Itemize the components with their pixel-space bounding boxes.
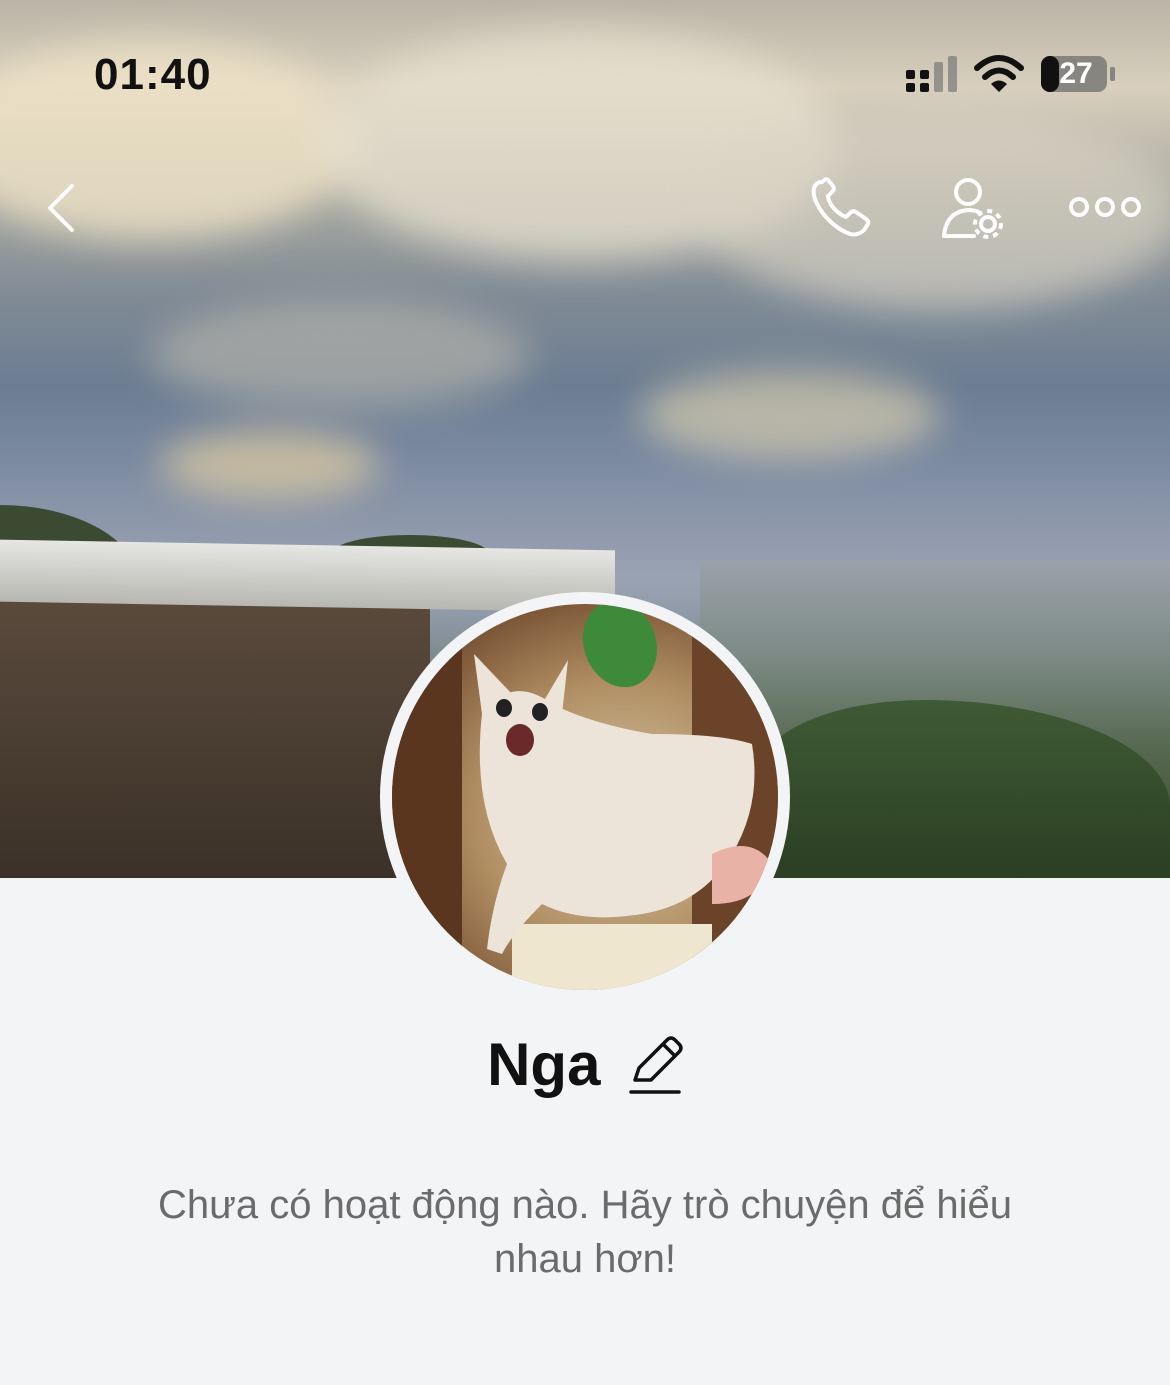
phone-icon[interactable] [808, 176, 874, 240]
avatar[interactable] [380, 592, 790, 1002]
avatar-photo [392, 604, 778, 990]
empty-activity-message: Chưa có hoạt động nào. Hãy trò chuyện để… [157, 1183, 1013, 1281]
status-bar: 01:40 27 [0, 0, 1170, 140]
battery-icon: 27 [1040, 54, 1116, 94]
battery-level: 27 [1059, 57, 1093, 90]
pencil-icon[interactable] [627, 1034, 683, 1096]
profile-name: Nga [487, 1031, 601, 1098]
profile-name-row: Nga [0, 1030, 1170, 1110]
cellular-signal-icon [906, 56, 957, 92]
user-settings-icon[interactable] [940, 176, 1006, 242]
back-arrow-icon[interactable] [40, 180, 84, 236]
more-icon[interactable] [1068, 190, 1142, 224]
status-time: 01:40 [94, 50, 212, 99]
wifi-icon [974, 55, 1024, 92]
